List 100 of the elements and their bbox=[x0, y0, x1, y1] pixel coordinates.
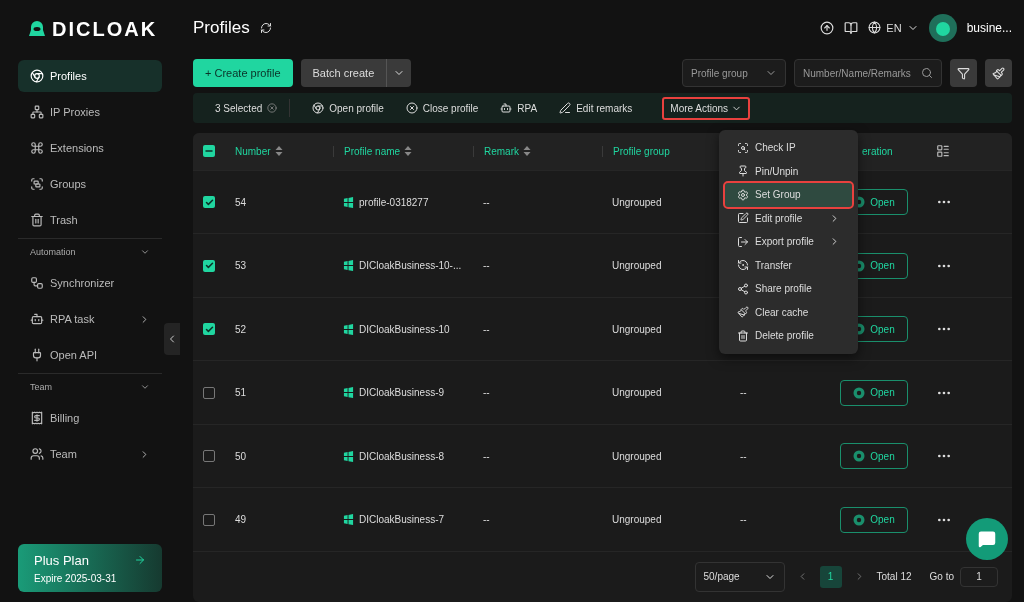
search-icon bbox=[921, 67, 933, 80]
profile-name[interactable]: DICloakBusiness-8 bbox=[359, 450, 445, 462]
globe-icon bbox=[868, 21, 882, 35]
scan-search-icon bbox=[737, 141, 749, 154]
settings-icon bbox=[737, 188, 749, 201]
avatar-icon[interactable] bbox=[928, 13, 957, 42]
sort-icon[interactable] bbox=[404, 146, 413, 157]
open-button[interactable]: Open bbox=[840, 379, 908, 406]
menu-item[interactable]: Pin/Unpin bbox=[725, 159, 852, 183]
remark-cell-text: -- bbox=[482, 323, 491, 335]
group-cell-text: Ungrouped bbox=[611, 323, 663, 335]
windows-icon bbox=[343, 196, 354, 208]
user-name[interactable]: busine... bbox=[966, 20, 1012, 35]
sidebar-item[interactable]: Extensions bbox=[18, 132, 162, 164]
sidebar-item[interactable]: IP Proxies bbox=[18, 96, 162, 128]
more-actions-button[interactable]: More Actions bbox=[662, 96, 751, 120]
action-link[interactable]: RPA bbox=[500, 102, 538, 115]
sidebar-item[interactable]: RPA task bbox=[18, 303, 162, 335]
sidebar-item[interactable]: Billing bbox=[18, 402, 162, 434]
columns-icon[interactable] bbox=[936, 144, 950, 159]
number-cell-text: 54 bbox=[234, 196, 248, 208]
sidebar-item[interactable]: Trash bbox=[18, 204, 162, 236]
open-button[interactable]: Open bbox=[840, 443, 908, 470]
windows-icon bbox=[343, 450, 354, 462]
group-cell-text: Ungrouped bbox=[611, 387, 663, 399]
language-selector[interactable]: EN bbox=[868, 21, 919, 35]
sort-icon[interactable] bbox=[274, 146, 283, 157]
table-cell: -- bbox=[740, 387, 747, 399]
arrow-icon bbox=[134, 554, 146, 566]
number-cell-text: 53 bbox=[234, 260, 248, 272]
number-cell-text: 50 bbox=[234, 450, 248, 462]
sidebar-item[interactable]: Open API bbox=[18, 339, 162, 371]
group-cell-text: Ungrouped bbox=[611, 514, 663, 526]
menu-item[interactable]: Export profile bbox=[725, 230, 852, 254]
brush-button[interactable] bbox=[985, 59, 1012, 88]
users-icon bbox=[30, 447, 44, 461]
caret-icon[interactable] bbox=[140, 382, 150, 392]
profile-group-select[interactable]: Profile group bbox=[682, 59, 786, 88]
batch-create-button[interactable]: Batch create bbox=[300, 59, 412, 88]
profile-name[interactable]: DICloakBusiness-10 bbox=[359, 323, 450, 335]
caret-icon[interactable] bbox=[140, 247, 150, 257]
profile-name[interactable]: DICloakBusiness-7 bbox=[359, 514, 445, 526]
table-cell: -- bbox=[740, 450, 747, 462]
menu-item[interactable]: Share profile bbox=[725, 277, 852, 301]
open-button[interactable]: Open bbox=[840, 506, 908, 533]
goto-field[interactable]: 1 bbox=[960, 567, 998, 587]
edit-icon bbox=[737, 212, 749, 225]
action-link[interactable]: Close profile bbox=[405, 102, 479, 115]
clear-icon[interactable] bbox=[267, 103, 278, 114]
check-icon bbox=[204, 197, 214, 207]
menu-item[interactable]: Check IP bbox=[725, 136, 852, 160]
row-checkbox[interactable] bbox=[203, 513, 215, 526]
action-link[interactable]: Edit remarks bbox=[559, 102, 633, 115]
plan-card[interactable]: Plus Plan Expire 2025-03-31 bbox=[18, 544, 162, 592]
sidebar-item[interactable]: Team bbox=[18, 438, 162, 470]
row-checkbox[interactable] bbox=[203, 386, 215, 399]
sidebar-item[interactable]: Groups bbox=[18, 168, 162, 200]
windows-icon bbox=[343, 387, 354, 399]
share-icon bbox=[737, 282, 749, 295]
profile-name[interactable]: DICloakBusiness-9 bbox=[359, 387, 445, 399]
row-checkbox[interactable] bbox=[203, 450, 215, 463]
brush-icon bbox=[737, 306, 749, 319]
pin-icon bbox=[737, 165, 749, 178]
profile-name[interactable]: profile-0318277 bbox=[359, 196, 429, 208]
column-header: Remark bbox=[484, 146, 519, 157]
create-profile-button[interactable]: + Create profile bbox=[193, 59, 293, 88]
trash-icon bbox=[30, 213, 44, 227]
chrome-icon bbox=[30, 69, 44, 83]
collapse-button[interactable] bbox=[164, 323, 180, 355]
remark-cell-text: -- bbox=[482, 514, 491, 526]
row-checkbox[interactable] bbox=[203, 259, 215, 272]
action-link[interactable]: Open profile bbox=[312, 102, 384, 115]
brush-icon bbox=[992, 66, 1005, 80]
sidebar-item[interactable]: Profiles bbox=[18, 60, 162, 92]
book-icon[interactable] bbox=[844, 20, 859, 35]
page-size-select[interactable]: 50/page bbox=[694, 562, 785, 592]
close-circle-icon bbox=[405, 102, 418, 115]
header-checkbox[interactable] bbox=[203, 145, 215, 158]
sort-icon[interactable] bbox=[523, 146, 531, 157]
sidebar-item[interactable]: Synchronizer bbox=[18, 267, 162, 299]
refresh-icon[interactable] bbox=[259, 21, 272, 34]
pen-icon bbox=[559, 102, 572, 115]
selected-count: 3 Selected bbox=[215, 102, 263, 114]
groups-icon bbox=[30, 177, 44, 191]
search-field[interactable]: Number/Name/Remarks bbox=[794, 59, 942, 88]
receipt-icon bbox=[30, 411, 44, 425]
column-header: Profile name bbox=[344, 146, 401, 157]
filter-button[interactable] bbox=[950, 59, 977, 88]
row-checkbox[interactable] bbox=[203, 196, 215, 209]
section-title: Automation bbox=[30, 247, 76, 257]
profile-name[interactable]: DICloakBusiness-10-... bbox=[359, 260, 462, 272]
chrome-icon bbox=[312, 102, 325, 115]
menu-item[interactable]: Set Group bbox=[725, 183, 852, 207]
upload-icon[interactable] bbox=[820, 20, 835, 35]
chat-icon bbox=[978, 530, 996, 548]
group-cell-text: Ungrouped bbox=[611, 450, 663, 462]
row-checkbox[interactable] bbox=[203, 323, 215, 336]
page-button[interactable]: 1 bbox=[819, 566, 842, 588]
windows-icon bbox=[343, 323, 354, 335]
number-cell-text: 49 bbox=[234, 514, 248, 526]
